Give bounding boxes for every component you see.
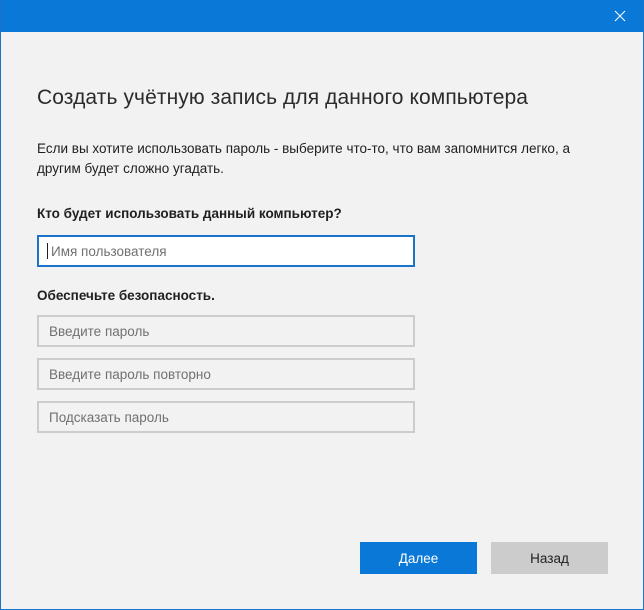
next-button[interactable]: Далее xyxy=(360,542,477,574)
username-input[interactable] xyxy=(37,235,415,267)
text-caret xyxy=(47,243,48,259)
page-title: Создать учётную запись для данного компь… xyxy=(37,86,529,109)
page-description: Если вы хотите использовать пароль - выб… xyxy=(37,141,570,176)
who-label: Кто будет использовать данный компьютер? xyxy=(37,206,342,221)
close-icon xyxy=(614,10,626,22)
security-label: Обеспечьте безопасность. xyxy=(37,288,215,303)
title-bar xyxy=(1,0,643,32)
password-input[interactable] xyxy=(37,315,415,347)
password-repeat-input[interactable] xyxy=(37,358,415,390)
back-button[interactable]: Назад xyxy=(491,542,608,574)
close-button[interactable] xyxy=(597,0,643,32)
dialog-window: Создать учётную запись для данного компь… xyxy=(0,0,644,610)
password-hint-input[interactable] xyxy=(37,401,415,433)
